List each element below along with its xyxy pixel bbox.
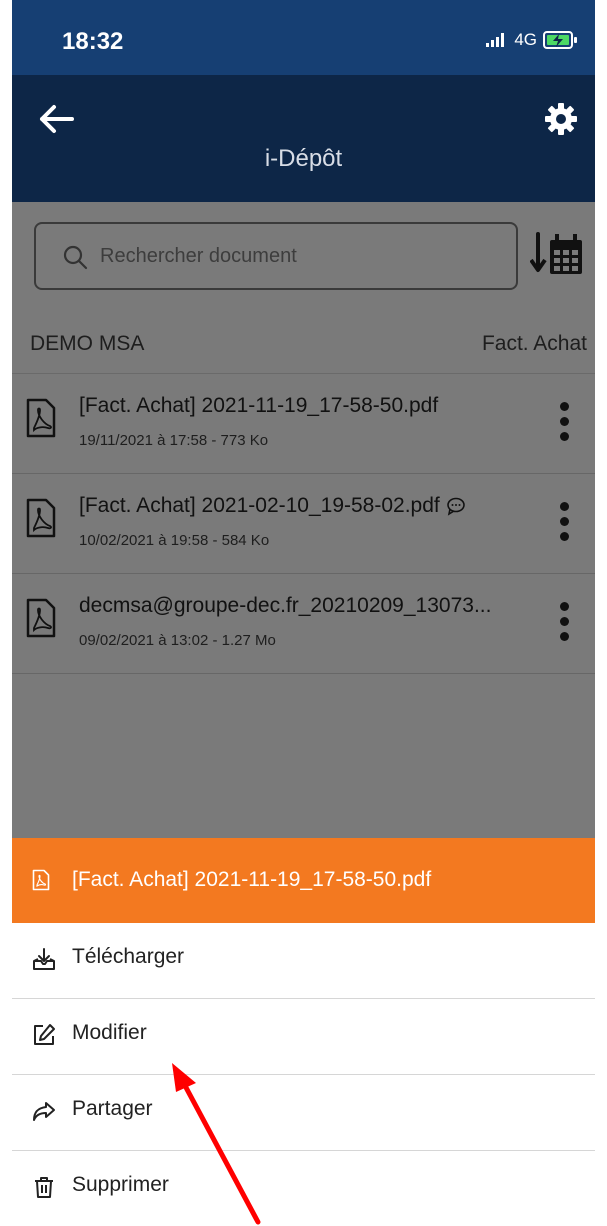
edit-button[interactable]: Modifier — [12, 999, 595, 1075]
network-type: 4G — [514, 30, 537, 49]
edit-label: Modifier — [72, 1021, 147, 1044]
search-box[interactable] — [34, 222, 518, 290]
status-bar: 18:32 4G — [12, 0, 595, 75]
category-name[interactable]: Fact. Achat — [482, 332, 587, 356]
pdf-file-icon — [26, 398, 56, 438]
pdf-file-icon — [26, 498, 56, 538]
action-sheet-header: [Fact. Achat] 2021-11-19_17-58-50.pdf — [12, 838, 595, 923]
share-button[interactable]: Partager — [12, 1075, 595, 1151]
delete-label: Supprimer — [72, 1173, 169, 1196]
document-meta: 19/11/2021 à 17:58 - 773 Ko — [79, 432, 269, 449]
more-options-icon[interactable] — [552, 602, 576, 648]
document-title: [Fact. Achat] 2021-11-19_17-58-50.pdf — [79, 394, 439, 417]
page-title: i-Dépôt — [264, 145, 343, 172]
battery-charging-icon — [543, 31, 577, 49]
download-icon — [33, 948, 55, 970]
edit-icon — [34, 1024, 55, 1045]
nav-bar: i-Dépôt — [12, 75, 595, 202]
search-icon — [63, 245, 88, 270]
document-meta: 09/02/2021 à 13:02 - 1.27 Mo — [79, 632, 276, 649]
pdf-file-icon — [32, 869, 50, 891]
document-title: decmsa@groupe-dec.fr_20210209_13073... — [79, 594, 492, 617]
status-indicators: 4G — [486, 30, 579, 50]
back-arrow-icon[interactable] — [36, 101, 76, 137]
action-sheet-title: [Fact. Achat] 2021-11-19_17-58-50.pdf — [72, 868, 432, 891]
more-options-icon[interactable] — [552, 502, 576, 548]
pdf-file-icon — [26, 598, 56, 638]
share-label: Partager — [72, 1097, 153, 1120]
document-row[interactable]: decmsa@groupe-dec.fr_20210209_13073... 0… — [12, 574, 595, 674]
gear-icon[interactable] — [543, 101, 579, 137]
trash-icon — [35, 1177, 53, 1198]
sort-by-date-icon[interactable] — [530, 232, 584, 276]
delete-button[interactable]: Supprimer — [12, 1151, 595, 1226]
download-label: Télécharger — [72, 945, 185, 968]
signal-icon — [486, 33, 505, 47]
document-row[interactable]: [Fact. Achat] 2021-11-19_17-58-50.pdf 19… — [12, 374, 595, 474]
document-title: [Fact. Achat] 2021-02-10_19-58-02.pdf — [79, 494, 466, 518]
comment-icon — [446, 497, 465, 516]
document-meta: 10/02/2021 à 19:58 - 584 Ko — [79, 532, 270, 549]
document-row[interactable]: [Fact. Achat] 2021-02-10_19-58-02.pdf 10… — [12, 474, 595, 574]
folder-name: DEMO MSA — [30, 332, 145, 355]
more-options-icon[interactable] — [552, 402, 576, 448]
share-icon — [33, 1102, 55, 1121]
document-list-screen: DEMO MSA Fact. Achat [Fact. Achat] 2021-… — [12, 202, 595, 838]
search-input[interactable] — [100, 236, 500, 276]
status-time: 18:32 — [62, 28, 124, 55]
download-button[interactable]: Télécharger — [12, 923, 595, 999]
